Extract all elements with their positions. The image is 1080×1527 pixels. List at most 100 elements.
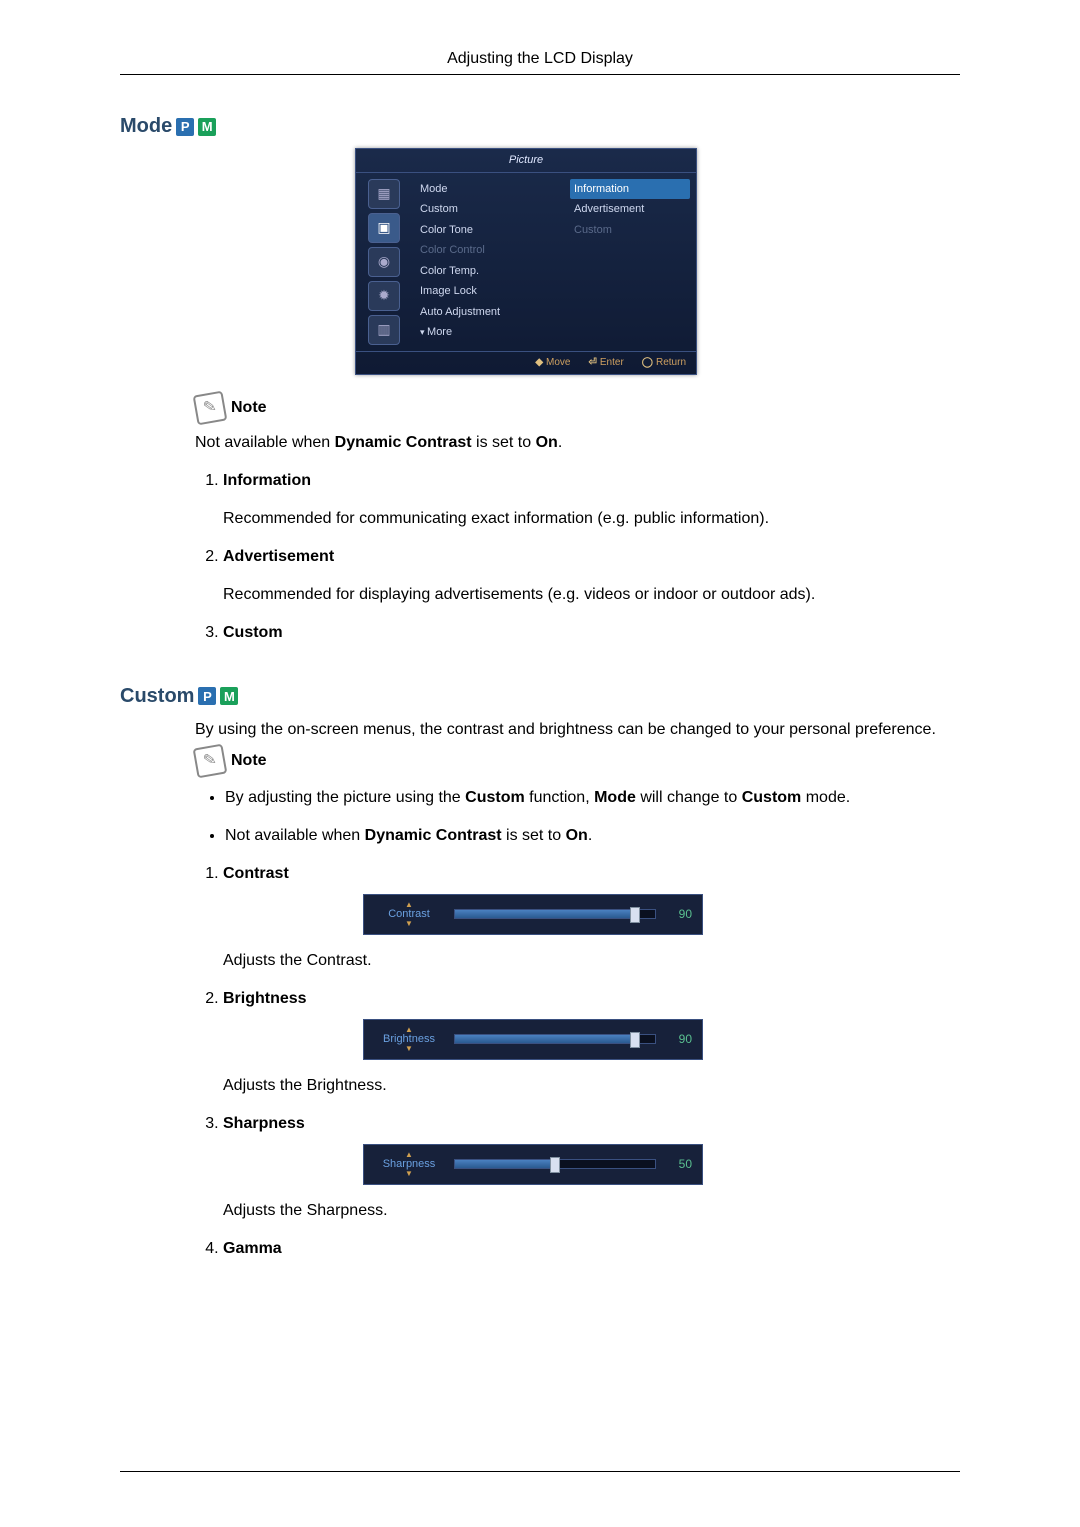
custom-heading-text: Custom [120, 685, 194, 708]
li-title: Brightness [223, 990, 307, 1007]
osd-side-icons: ▦ ▣ ◉ ✹ ▥ [356, 173, 412, 351]
slider-value: 90 [666, 1030, 692, 1048]
t: On [566, 827, 588, 844]
slider-sharpness: ▲ Sharpness ▼ 50 [363, 1144, 703, 1185]
li-title: Contrast [223, 865, 289, 882]
note-row: ✎ Note [195, 393, 960, 423]
custom-notes-list: By adjusting the picture using the Custo… [195, 786, 960, 848]
osd-footer-return: Return [656, 357, 686, 368]
mode-options-list: Information Recommended for communicatin… [195, 469, 960, 645]
list-item: Advertisement Recommended for displaying… [223, 545, 960, 607]
li-title: Gamma [223, 1240, 282, 1257]
slider-label: Contrast [388, 908, 430, 920]
slider-thumb [630, 1032, 640, 1048]
t: . [588, 827, 592, 844]
note-icon: ✎ [193, 390, 228, 425]
li-desc: Recommended for displaying advertisement… [223, 583, 960, 607]
slider-track [454, 909, 656, 919]
badge-p-icon: P [176, 118, 194, 136]
section-title-mode: Mode P M [120, 115, 960, 138]
osd-icon-input: ▦ [368, 179, 400, 209]
mode-note-text: Not available when Dynamic Contrast is s… [195, 431, 960, 455]
li-title: Sharpness [223, 1115, 305, 1132]
osd-option: Advertisement [570, 199, 690, 220]
slider-contrast: ▲ Contrast ▼ 90 [363, 894, 703, 935]
osd-option-dim: Custom [570, 220, 690, 241]
t: function, [525, 789, 594, 806]
slider-label: Sharpness [383, 1158, 436, 1170]
t: On [536, 434, 558, 451]
li-desc: Adjusts the Brightness. [223, 1074, 960, 1098]
slider-thumb [550, 1157, 560, 1173]
section-title-custom: Custom P M [120, 685, 960, 708]
list-item: Not available when Dynamic Contrast is s… [225, 824, 960, 848]
osd-footer-move: Move [546, 357, 570, 368]
osd-item: Mode [416, 179, 570, 200]
osd-menu-right: Information Advertisement Custom [570, 179, 696, 345]
slider-label: Brightness [383, 1033, 435, 1045]
mode-heading-text: Mode [120, 115, 172, 138]
li-desc: Recommended for communicating exact info… [223, 507, 960, 531]
badge-p-icon: P [198, 687, 216, 705]
slider-brightness: ▲ Brightness ▼ 90 [363, 1019, 703, 1060]
osd-title: Picture [356, 149, 696, 173]
osd-footer: ◆Move ⏎Enter ◯Return [356, 351, 696, 374]
osd-icon-sound: ◉ [368, 247, 400, 277]
osd-picture-menu: Picture ▦ ▣ ◉ ✹ ▥ Mode Custom Color Tone… [355, 148, 697, 375]
slider-track [454, 1034, 656, 1044]
note-row: ✎ Note [195, 746, 960, 776]
note-label: Note [231, 396, 267, 420]
custom-intro: By using the on-screen menus, the contra… [195, 718, 960, 742]
osd-icon-picture: ▣ [368, 213, 400, 243]
badge-m-icon: M [220, 687, 238, 705]
note-icon: ✎ [193, 743, 228, 778]
list-item: Sharpness ▲ Sharpness ▼ 50 Adjusts the S… [223, 1112, 960, 1223]
footer-rule [120, 1471, 960, 1472]
t: Dynamic Contrast [365, 827, 502, 844]
slider-value: 90 [666, 905, 692, 923]
osd-footer-enter: Enter [600, 357, 624, 368]
t: is set to [472, 434, 536, 451]
t: Mode [594, 789, 636, 806]
t: Custom [465, 789, 525, 806]
osd-option-selected: Information [570, 179, 690, 200]
list-item: Custom [223, 621, 960, 645]
arrow-down-icon: ▼ [374, 920, 444, 928]
arrow-down-icon: ▼ [374, 1170, 444, 1178]
t: Custom [742, 789, 802, 806]
li-title: Advertisement [223, 548, 334, 565]
t: will change to [636, 789, 742, 806]
osd-item-disabled: Color Control [416, 240, 570, 261]
li-title: Custom [223, 624, 283, 641]
arrow-down-icon: ▼ [374, 1045, 444, 1053]
osd-item: Image Lock [416, 281, 570, 302]
osd-item: Color Tone [416, 220, 570, 241]
slider-value: 50 [666, 1155, 692, 1173]
t: Not available when [195, 434, 335, 451]
slider-thumb [630, 907, 640, 923]
t: mode. [801, 789, 850, 806]
osd-item: Color Temp. [416, 261, 570, 282]
custom-options-list: Contrast ▲ Contrast ▼ 90 Adjusts the Con… [195, 862, 960, 1261]
li-title: Information [223, 472, 311, 489]
t: Not available when [225, 827, 365, 844]
list-item: By adjusting the picture using the Custo… [225, 786, 960, 810]
osd-menu-left: Mode Custom Color Tone Color Control Col… [416, 179, 570, 345]
osd-item-more: More [416, 322, 570, 343]
osd-icon-multi: ▥ [368, 315, 400, 345]
t: By adjusting the picture using the [225, 789, 465, 806]
list-item: Gamma [223, 1237, 960, 1261]
list-item: Contrast ▲ Contrast ▼ 90 Adjusts the Con… [223, 862, 960, 973]
osd-item: Auto Adjustment [416, 302, 570, 323]
header-title: Adjusting the LCD Display [447, 50, 633, 67]
badge-m-icon: M [198, 118, 216, 136]
slider-track [454, 1159, 656, 1169]
list-item: Brightness ▲ Brightness ▼ 90 Adjusts the… [223, 987, 960, 1098]
li-desc: Adjusts the Contrast. [223, 949, 960, 973]
osd-icon-setup: ✹ [368, 281, 400, 311]
list-item: Information Recommended for communicatin… [223, 469, 960, 531]
t: is set to [502, 827, 566, 844]
li-desc: Adjusts the Sharpness. [223, 1199, 960, 1223]
note-label: Note [231, 749, 267, 773]
osd-item: Custom [416, 199, 570, 220]
